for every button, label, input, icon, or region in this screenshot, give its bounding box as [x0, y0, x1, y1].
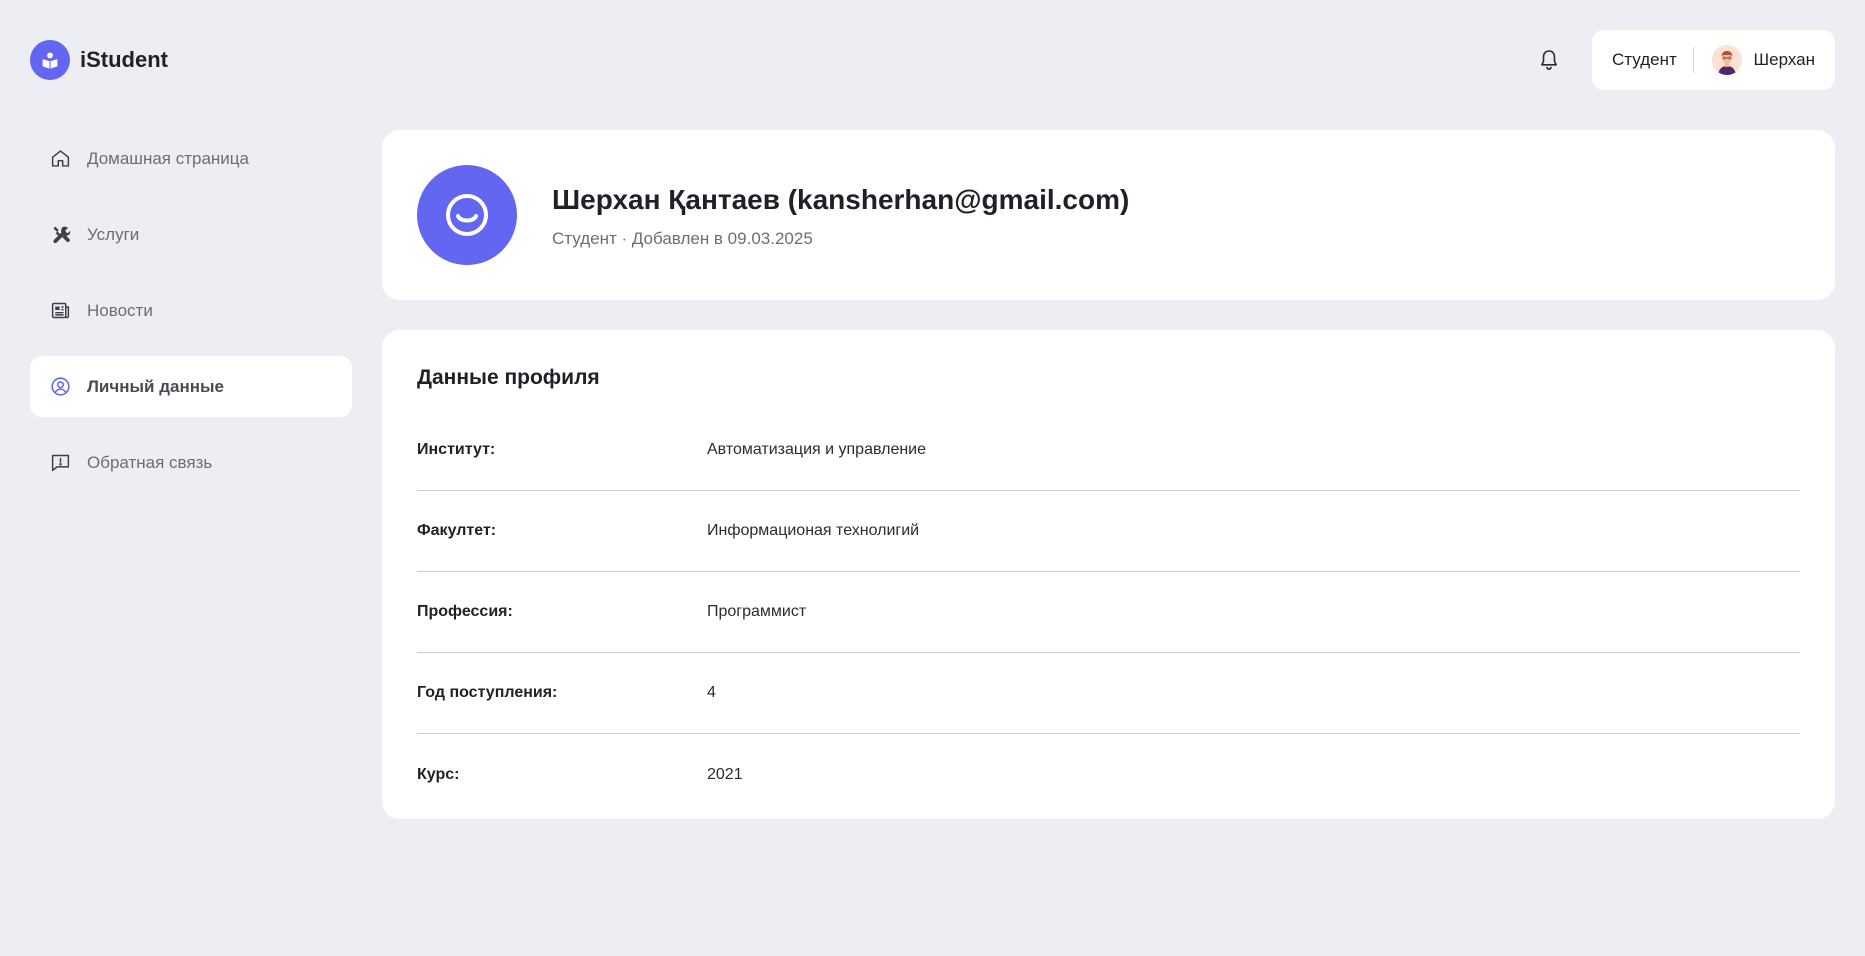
tools-icon: [49, 224, 71, 246]
sidebar-item-feedback[interactable]: Обратная связь: [30, 432, 352, 493]
sidebar-item-label: Обратная связь: [87, 452, 213, 472]
row-value: Программист: [707, 603, 807, 620]
user-name: Шерхан: [1753, 50, 1815, 69]
profile-row-profession: Профессия: Программист: [417, 572, 1800, 653]
row-label: Профессия:: [417, 603, 513, 620]
sidebar-item-label: Услуги: [87, 224, 140, 244]
sidebar-item-services[interactable]: Услуги: [30, 204, 352, 265]
user-role: Студент: [1612, 50, 1677, 69]
sidebar-item-personal-data[interactable]: Личный данные: [30, 356, 352, 417]
section-title: Данные профиля: [417, 366, 600, 389]
feedback-icon: [49, 452, 71, 474]
profile-row-faculty: Факултет: Информационая технолигий: [417, 491, 1800, 572]
sidebar-item-label: Личный данные: [87, 376, 224, 396]
user-circle-icon: [49, 376, 71, 398]
sidebar-item-news[interactable]: Новости: [30, 280, 352, 341]
user-menu-divider: [1692, 47, 1694, 73]
sidebar-item-label: Новости: [87, 300, 153, 320]
profile-header-card: Шерхан Қантаев (kansherhan@gmail.com) Ст…: [382, 130, 1835, 300]
notifications-bell-icon[interactable]: [1537, 47, 1561, 73]
sidebar-item-label: Домашная страница: [87, 148, 249, 168]
sidebar: Домашная страница Услуги Новости Личный …: [30, 128, 352, 508]
avatar: [1711, 45, 1742, 75]
profile-row-institute: Институт: Автоматизация и управление: [417, 410, 1800, 491]
row-label: Факултет:: [417, 522, 497, 539]
row-value: Информационая технолигий: [707, 522, 920, 539]
profile-avatar: [417, 165, 517, 265]
app-logo[interactable]: iStudent: [30, 40, 168, 80]
row-value: 2021: [707, 765, 743, 783]
app-name: iStudent: [80, 47, 168, 72]
row-value: Автоматизация и управление: [707, 441, 927, 458]
profile-row-admission-year: Год поступления: 4: [417, 653, 1800, 734]
news-icon: [49, 300, 71, 322]
home-icon: [49, 148, 71, 170]
row-label: Институт:: [417, 441, 496, 458]
profile-data-list: Институт: Автоматизация и управление Фак…: [417, 410, 1800, 815]
profile-full-name: Шерхан Қантаев (kansherhan@gmail.com): [552, 184, 1130, 215]
logo-icon: [30, 40, 70, 80]
profile-row-course: Курс: 2021: [417, 734, 1800, 815]
profile-subline: Студент · Добавлен в 09.03.2025: [552, 229, 813, 248]
user-menu[interactable]: Студент Шерхан: [1592, 30, 1835, 90]
sidebar-item-home[interactable]: Домашная страница: [30, 128, 352, 189]
row-label: Год поступления:: [417, 684, 558, 701]
row-value: 4: [707, 684, 716, 701]
row-label: Курс:: [417, 765, 460, 783]
profile-data-card: Данные профиля Институт: Автоматизация и…: [382, 330, 1835, 819]
